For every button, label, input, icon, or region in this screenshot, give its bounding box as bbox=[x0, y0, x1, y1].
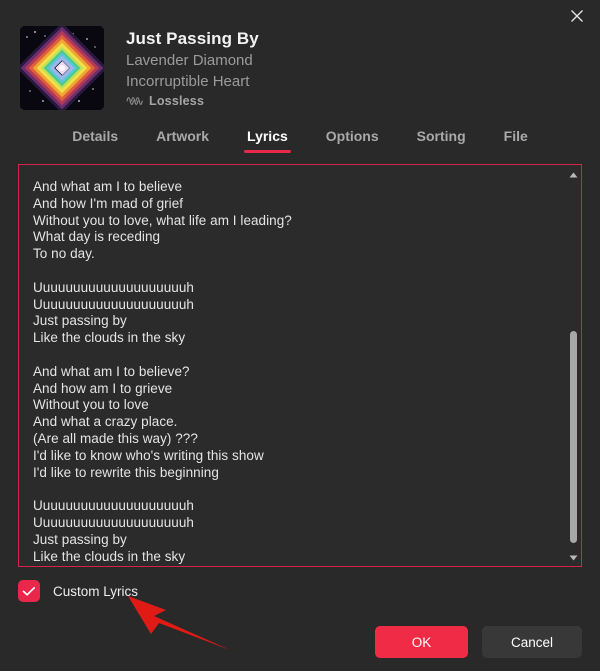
scrollbar-track[interactable] bbox=[566, 183, 581, 548]
dialog-footer: Custom Lyrics OK Cancel bbox=[0, 567, 600, 671]
lyrics-line: And how I'm mad of grief bbox=[33, 195, 184, 211]
lyrics-line: Without you to love bbox=[33, 397, 149, 413]
custom-lyrics-label: Custom Lyrics bbox=[53, 583, 139, 599]
lyrics-line: And what am I to believe? bbox=[33, 363, 190, 379]
lyrics-line: Just passing by bbox=[33, 531, 127, 547]
tab-options[interactable]: Options bbox=[322, 124, 383, 153]
scroll-up-arrow-icon bbox=[569, 165, 578, 183]
track-info-dialog: Just Passing By Lavender Diamond Incorru… bbox=[0, 0, 600, 671]
scroll-up-button[interactable] bbox=[566, 165, 581, 183]
tab-artwork[interactable]: Artwork bbox=[152, 124, 213, 153]
lyrics-line: Just passing by bbox=[33, 313, 127, 329]
tab-file[interactable]: File bbox=[500, 124, 532, 153]
lyrics-line: Without you to love, what life am I lead… bbox=[33, 212, 292, 228]
checkmark-icon bbox=[22, 586, 36, 597]
custom-lyrics-row[interactable]: Custom Lyrics bbox=[18, 579, 582, 603]
lyrics-line: To no day. bbox=[33, 246, 95, 262]
lyrics-line bbox=[33, 347, 554, 364]
scroll-down-button[interactable] bbox=[566, 548, 581, 566]
scroll-down-arrow-icon bbox=[569, 548, 578, 566]
lyrics-line: And what am I to believe bbox=[33, 179, 183, 194]
lyrics-line: (Are all made this way) ??? bbox=[33, 430, 198, 446]
ok-button[interactable]: OK bbox=[375, 626, 468, 658]
close-icon bbox=[570, 9, 584, 23]
lyrics-line bbox=[33, 481, 554, 498]
dialog-button-row: OK Cancel bbox=[18, 626, 582, 671]
lyrics-textarea[interactable]: And what am I to believe And how I'm mad … bbox=[19, 165, 566, 566]
lyrics-line: Like the clouds in the sky bbox=[33, 330, 186, 346]
lyrics-scrollbar[interactable] bbox=[566, 165, 581, 566]
track-header: Just Passing By Lavender Diamond Incorru… bbox=[0, 26, 600, 110]
lyrics-line bbox=[33, 263, 554, 280]
album-artwork[interactable] bbox=[20, 26, 104, 110]
song-artist: Lavender Diamond bbox=[126, 52, 253, 69]
lyrics-line: Uuuuuuuuuuuuuuuuuuuuh bbox=[33, 498, 194, 514]
lyrics-line: Like the clouds in the sky bbox=[33, 548, 186, 564]
tab-sorting[interactable]: Sorting bbox=[413, 124, 470, 153]
cancel-button[interactable]: Cancel bbox=[482, 626, 582, 658]
close-button[interactable] bbox=[554, 0, 600, 32]
song-album: Incorruptible Heart bbox=[126, 73, 250, 90]
lyrics-line: Uuuuuuuuuuuuuuuuuuuuh bbox=[33, 514, 194, 530]
album-artwork-image bbox=[20, 26, 104, 110]
track-meta: Just Passing By Lavender Diamond Incorru… bbox=[126, 26, 259, 108]
quality-label: Lossless bbox=[149, 94, 205, 108]
lyrics-line: I'd like to rewrite this beginning bbox=[33, 464, 219, 480]
lyrics-line: Uuuuuuuuuuuuuuuuuuuuh bbox=[33, 296, 194, 312]
lyrics-line: Uuuuuuuuuuuuuuuuuuuuh bbox=[33, 279, 194, 295]
lyrics-line: What day is receding bbox=[33, 229, 161, 245]
lyrics-editor-panel: And what am I to believe And how I'm mad … bbox=[18, 164, 582, 567]
lossless-waveform-icon bbox=[126, 95, 143, 107]
tab-details[interactable]: Details bbox=[68, 124, 122, 153]
scrollbar-thumb[interactable] bbox=[570, 330, 577, 543]
lyrics-line: I'd like to know who's writing this show bbox=[33, 447, 264, 463]
lyrics-line: And how am I to grieve bbox=[33, 380, 173, 396]
custom-lyrics-checkbox[interactable] bbox=[18, 580, 40, 602]
tab-bar: Details Artwork Lyrics Options Sorting F… bbox=[0, 124, 600, 155]
lyrics-line: And what a crazy place. bbox=[33, 414, 178, 430]
tab-lyrics[interactable]: Lyrics bbox=[243, 124, 292, 153]
quality-badge: Lossless bbox=[126, 94, 259, 108]
